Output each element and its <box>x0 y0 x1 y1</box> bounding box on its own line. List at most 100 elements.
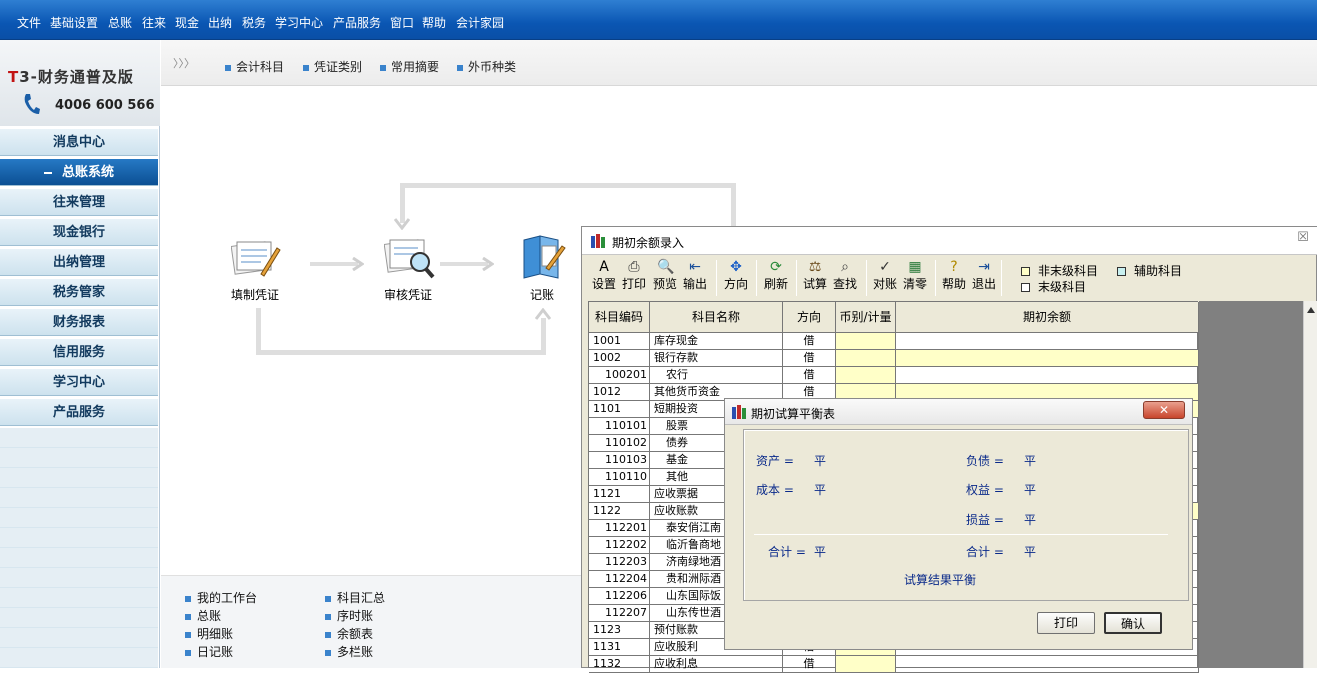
flow-step-review-voucher[interactable]: 审核凭证 <box>368 286 448 303</box>
cell-balance[interactable] <box>896 333 1199 350</box>
menu-item-products[interactable]: 产品服务 <box>333 14 381 31</box>
cell-code[interactable]: 110101 <box>589 418 650 435</box>
cell-code[interactable]: 1122 <box>589 503 650 520</box>
cell-code[interactable]: 1101 <box>589 401 650 418</box>
cell-direction[interactable]: 借 <box>783 333 836 350</box>
confirm-button[interactable]: 确认 <box>1104 612 1162 634</box>
scroll-up-icon[interactable] <box>1307 307 1315 313</box>
toolbar-exit-button[interactable]: ⇥ 退出 <box>970 259 998 297</box>
menu-item-help[interactable]: 帮助 <box>422 14 446 31</box>
link-balance-sheet[interactable]: 余额表 <box>325 625 373 642</box>
toolbar-refresh-button[interactable]: ⟳ 刷新 <box>761 259 791 297</box>
nav-item-tax[interactable]: 税务管家 <box>0 278 158 306</box>
cell-code[interactable]: 1132 <box>589 656 650 673</box>
cell-code[interactable]: 1121 <box>589 486 650 503</box>
toolbar-export-button[interactable]: ⇤ 输出 <box>681 259 709 297</box>
cell-code[interactable]: 112207 <box>589 605 650 622</box>
nav-item-receivables[interactable]: 往来管理 <box>0 188 158 216</box>
cell-code[interactable]: 110110 <box>589 469 650 486</box>
cell-direction[interactable]: 借 <box>783 367 836 384</box>
cell-code[interactable]: 1001 <box>589 333 650 350</box>
cell-currency[interactable] <box>836 367 896 384</box>
col-header-currency[interactable]: 币别/计量 <box>836 302 896 333</box>
nav-item-cashier[interactable]: 出纳管理 <box>0 248 158 276</box>
cell-currency[interactable] <box>836 656 896 673</box>
menu-item-file[interactable]: 文件 <box>17 14 41 31</box>
cell-code[interactable]: 1012 <box>589 384 650 401</box>
cell-balance[interactable] <box>896 367 1199 384</box>
cell-code[interactable]: 1002 <box>589 350 650 367</box>
toolbar-reconcile-button[interactable]: ✓ 对账 <box>871 259 899 297</box>
cell-direction[interactable]: 借 <box>783 656 836 673</box>
menu-item-receivables[interactable]: 往来 <box>142 14 166 31</box>
col-header-opening-balance[interactable]: 期初余额 <box>896 302 1199 333</box>
link-account-summary[interactable]: 科目汇总 <box>325 589 385 606</box>
subbar-item-accounts[interactable]: 会计科目 <box>225 58 284 75</box>
cell-currency[interactable] <box>836 333 896 350</box>
cell-name[interactable]: 应收利息 <box>650 656 783 673</box>
post-ledger-icon[interactable] <box>518 232 566 280</box>
link-multi-column[interactable]: 多栏账 <box>325 643 373 660</box>
cell-currency[interactable] <box>836 350 896 367</box>
cell-code[interactable]: 100201 <box>589 367 650 384</box>
subbar-item-voucher-types[interactable]: 凭证类别 <box>303 58 362 75</box>
menu-item-learning-center[interactable]: 学习中心 <box>275 14 323 31</box>
cell-code[interactable]: 112201 <box>589 520 650 537</box>
link-journal[interactable]: 日记账 <box>185 643 233 660</box>
menu-item-general-ledger[interactable]: 总账 <box>108 14 132 31</box>
nav-item-learning[interactable]: 学习中心 <box>0 368 158 396</box>
cell-name[interactable]: 银行存款 <box>650 350 783 367</box>
menu-item-window[interactable]: 窗口 <box>390 14 414 31</box>
nav-item-credit[interactable]: 信用服务 <box>0 338 158 366</box>
menu-item-tax[interactable]: 税务 <box>242 14 266 31</box>
cell-code[interactable]: 110102 <box>589 435 650 452</box>
dialog-close-button[interactable]: ✕ <box>1143 401 1185 419</box>
toolbar-trial-balance-button[interactable]: ⚖ 试算 <box>801 259 829 297</box>
cell-balance[interactable] <box>896 350 1199 367</box>
cell-code[interactable]: 1131 <box>589 639 650 656</box>
nav-item-messages[interactable]: 消息中心 <box>0 128 158 156</box>
collapse-arrows-icon[interactable]: 〉〉〉 <box>173 55 195 71</box>
toolbar-clear-button[interactable]: ▦ 清零 <box>901 259 929 297</box>
print-button[interactable]: 打印 <box>1037 612 1095 634</box>
subbar-item-summaries[interactable]: 常用摘要 <box>380 58 439 75</box>
subbar-item-currencies[interactable]: 外币种类 <box>457 58 516 75</box>
cell-name[interactable]: 农行 <box>650 367 783 384</box>
menu-item-basic-settings[interactable]: 基础设置 <box>50 14 98 31</box>
menu-item-cash[interactable]: 现金 <box>175 14 199 31</box>
link-general-ledger[interactable]: 总账 <box>185 607 221 624</box>
nav-item-reports[interactable]: 财务报表 <box>0 308 158 336</box>
cell-code[interactable]: 112206 <box>589 588 650 605</box>
toolbar-print-button[interactable]: ⎙ 打印 <box>620 259 648 297</box>
cell-name[interactable]: 库存现金 <box>650 333 783 350</box>
col-header-direction[interactable]: 方向 <box>783 302 836 333</box>
link-detail-ledger[interactable]: 明细账 <box>185 625 233 642</box>
cell-code[interactable]: 112204 <box>589 571 650 588</box>
toolbar-find-button[interactable]: ⌕ 查找 <box>831 259 859 297</box>
toolbar-direction-button[interactable]: ✥ 方向 <box>721 259 751 297</box>
nav-item-cash-bank[interactable]: 现金银行 <box>0 218 158 246</box>
cell-balance[interactable] <box>896 656 1199 673</box>
menu-item-accounting-home[interactable]: 会计家园 <box>456 14 504 31</box>
menu-item-cashier[interactable]: 出纳 <box>208 14 232 31</box>
fill-voucher-icon[interactable] <box>231 236 281 280</box>
link-chronological[interactable]: 序时账 <box>325 607 373 624</box>
col-header-name[interactable]: 科目名称 <box>650 302 783 333</box>
window-close-button[interactable]: ☒ <box>1292 230 1314 246</box>
vertical-scrollbar[interactable] <box>1303 301 1317 668</box>
nav-item-products[interactable]: 产品服务 <box>0 398 158 426</box>
link-my-workbench[interactable]: 我的工作台 <box>185 589 257 606</box>
review-voucher-icon[interactable] <box>384 236 436 280</box>
cell-code[interactable]: 1123 <box>589 622 650 639</box>
toolbar-help-button[interactable]: ? 帮助 <box>940 259 968 297</box>
cell-code[interactable]: 110103 <box>589 452 650 469</box>
cell-code[interactable]: 112202 <box>589 537 650 554</box>
cell-direction[interactable]: 借 <box>783 350 836 367</box>
col-header-code[interactable]: 科目编码 <box>589 302 650 333</box>
toolbar-preview-button[interactable]: 🔍 预览 <box>651 259 679 297</box>
nav-item-general-ledger[interactable]: 总账系统 <box>0 158 158 186</box>
flow-step-post[interactable]: 记账 <box>502 286 582 303</box>
cell-code[interactable]: 112203 <box>589 554 650 571</box>
toolbar-setup-button[interactable]: A 设置 <box>590 259 618 297</box>
flow-step-fill-voucher[interactable]: 填制凭证 <box>215 286 295 303</box>
